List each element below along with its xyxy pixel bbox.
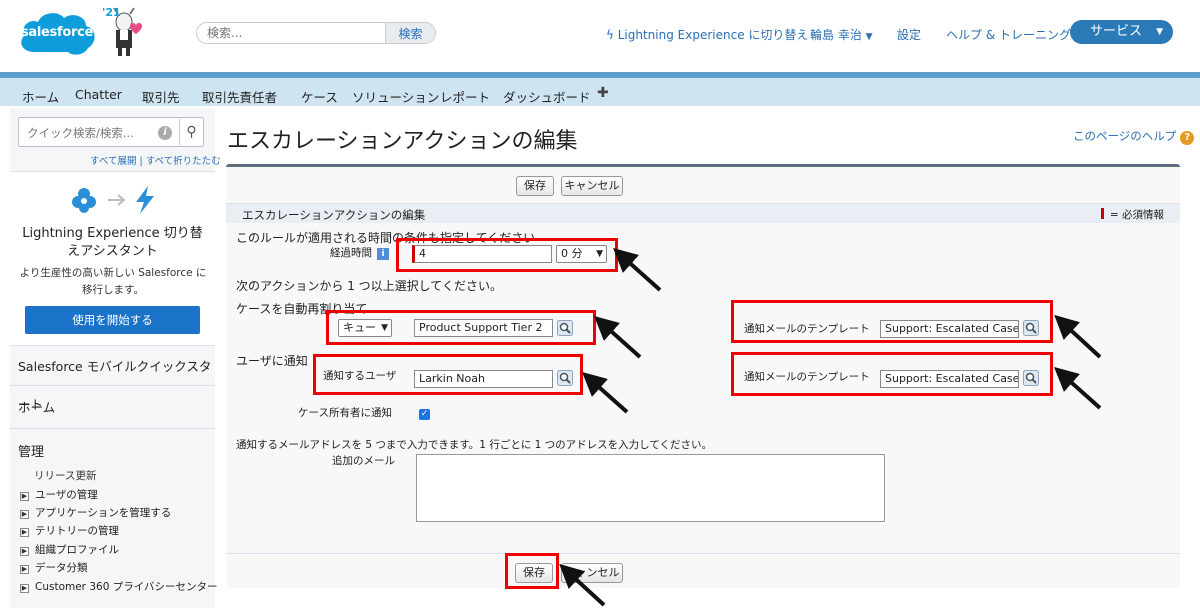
arrow-icon: [1054, 367, 1102, 410]
arrow-icon: [594, 316, 642, 359]
annotation-arrows: [559, 247, 1102, 607]
arrow-icon: [559, 563, 606, 607]
arrow-icon: [582, 372, 629, 414]
arrow-icon: [613, 247, 662, 292]
arrow-icon: [1054, 314, 1102, 359]
